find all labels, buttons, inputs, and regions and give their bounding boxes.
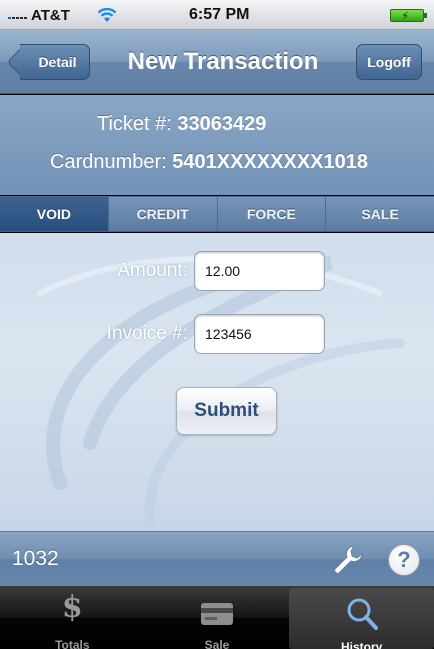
wrench-icon[interactable] <box>330 542 366 578</box>
transaction-form: Amount: Invoice #: Submit <box>0 233 434 531</box>
tab-history[interactable]: History <box>289 588 434 649</box>
ticket-number: 33063429 <box>177 113 267 135</box>
tab-label: Sale <box>204 638 230 649</box>
tab-bar: $ Totals Sale History <box>0 586 434 649</box>
wifi-icon <box>97 7 117 22</box>
segment-sale[interactable]: SALE <box>325 197 434 231</box>
batch-number: 1032 <box>12 547 59 570</box>
credit-card-icon <box>201 603 233 625</box>
invoice-field[interactable] <box>194 314 325 354</box>
segment-credit[interactable]: CREDIT <box>107 197 217 231</box>
carrier-name: AT&T <box>31 7 70 24</box>
transaction-info: Ticket #: 33063429 Cardnumber: 5401XXXXX… <box>0 95 434 195</box>
bottom-toolbar: 1032 ? <box>0 531 434 586</box>
page-title: New Transaction <box>127 48 319 75</box>
invoice-label: Invoice #: <box>106 323 188 344</box>
transaction-type-segmented-control: VOID CREDIT FORCE SALE <box>0 196 434 232</box>
segment-void[interactable]: VOID <box>0 197 108 231</box>
navigation-bar: Detail New Transaction Logoff <box>0 30 434 94</box>
cardnumber-label: Cardnumber: <box>50 151 167 173</box>
clock: 6:57 PM <box>189 6 250 23</box>
ticket-row: Ticket #: 33063429 <box>97 113 266 136</box>
status-bar: AT&T 6:57 PM ⚡ <box>0 0 434 30</box>
cardnumber-value: 5401XXXXXXXX1018 <box>172 151 368 173</box>
dollar-icon: $ <box>61 590 83 625</box>
logoff-button[interactable]: Logoff <box>356 44 422 80</box>
tab-totals[interactable]: $ Totals <box>0 586 145 649</box>
amount-label: Amount: <box>117 260 188 281</box>
ticket-label: Ticket #: <box>97 113 172 135</box>
signal-strength-icon <box>8 17 27 19</box>
cardnumber-row: Cardnumber: 5401XXXXXXXX1018 <box>50 151 368 174</box>
amount-field[interactable] <box>194 251 325 291</box>
magnifier-icon <box>347 598 378 630</box>
tab-sale[interactable]: Sale <box>145 586 290 649</box>
submit-button[interactable]: Submit <box>176 387 277 435</box>
battery-icon: ⚡ <box>390 9 427 23</box>
help-icon[interactable]: ? <box>388 544 420 576</box>
tab-label: Totals <box>55 638 90 649</box>
back-button[interactable]: Detail <box>20 44 90 80</box>
back-button-label: Detail <box>38 54 77 70</box>
segment-force[interactable]: FORCE <box>216 197 326 231</box>
tab-label: History <box>341 640 383 649</box>
